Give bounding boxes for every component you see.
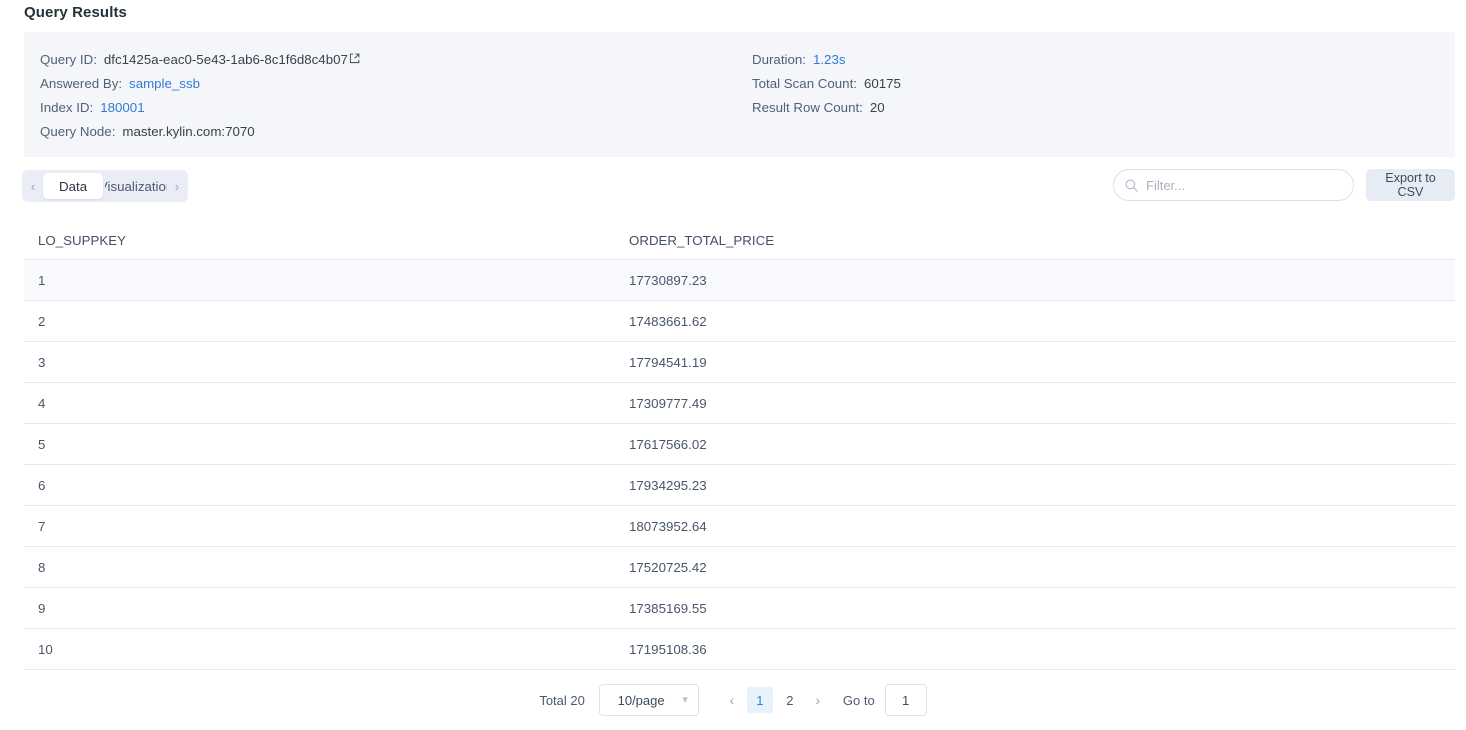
total-count-label: Total 20 [539, 693, 585, 708]
duration-value[interactable]: 1.23s [813, 48, 846, 72]
results-toolbar: ‹ Data Visualization › Export to CSV [0, 168, 1466, 206]
tab-data[interactable]: Data [43, 173, 103, 199]
cell-order-total-price: 17617566.02 [615, 437, 1455, 452]
column-header-lo-suppkey[interactable]: LO_SUPPKEY [24, 233, 615, 248]
info-row-duration: Duration: 1.23s [752, 48, 901, 72]
cell-lo-suppkey: 7 [24, 519, 615, 534]
query-id-value: dfc1425a-eac0-5e43-1ab6-8c1f6d8c4b07 [104, 48, 348, 72]
goto-label: Go to [843, 693, 875, 708]
table-row[interactable]: 3 17794541.19 [24, 342, 1455, 383]
filter-field[interactable] [1113, 169, 1354, 201]
cell-order-total-price: 17730897.23 [615, 273, 1455, 288]
tab-visualization[interactable]: Visualization [105, 173, 167, 199]
cell-lo-suppkey: 9 [24, 601, 615, 616]
table-row[interactable]: 1 17730897.23 [24, 260, 1455, 301]
table-row[interactable]: 2 17483661.62 [24, 301, 1455, 342]
cell-order-total-price: 17483661.62 [615, 314, 1455, 329]
goto-page-input[interactable] [885, 684, 927, 716]
result-row-count-label: Result Row Count: [752, 96, 863, 120]
pagination: Total 20 10/page ▾ ‹ 1 2 › Go to [0, 684, 1466, 716]
cell-order-total-price: 17309777.49 [615, 396, 1455, 411]
info-row-query-node: Query Node: master.kylin.com:7070 [40, 120, 360, 144]
table-row[interactable]: 9 17385169.55 [24, 588, 1455, 629]
table-row[interactable]: 6 17934295.23 [24, 465, 1455, 506]
results-table: LO_SUPPKEY ORDER_TOTAL_PRICE 1 17730897.… [24, 222, 1455, 670]
cell-lo-suppkey: 3 [24, 355, 615, 370]
cell-lo-suppkey: 6 [24, 478, 615, 493]
table-row[interactable]: 4 17309777.49 [24, 383, 1455, 424]
index-id-label: Index ID: [40, 96, 93, 120]
search-icon [1124, 178, 1139, 193]
cell-order-total-price: 17934295.23 [615, 478, 1455, 493]
query-info-right-column: Duration: 1.23s Total Scan Count: 60175 … [752, 48, 901, 120]
cell-order-total-price: 17794541.19 [615, 355, 1455, 370]
search-input[interactable] [1146, 178, 1341, 193]
total-scan-count-value: 60175 [864, 72, 901, 96]
cell-lo-suppkey: 4 [24, 396, 615, 411]
query-node-value: master.kylin.com:7070 [122, 120, 254, 144]
cell-order-total-price: 18073952.64 [615, 519, 1455, 534]
query-node-label: Query Node: [40, 120, 115, 144]
info-row-index-id: Index ID: 180001 [40, 96, 360, 120]
query-info-left-column: Query ID: dfc1425a-eac0-5e43-1ab6-8c1f6d… [40, 48, 360, 144]
cell-order-total-price: 17195108.36 [615, 642, 1455, 657]
page-size-value: 10/page [600, 693, 682, 708]
table-header-row: LO_SUPPKEY ORDER_TOTAL_PRICE [24, 222, 1455, 260]
table-row[interactable]: 5 17617566.02 [24, 424, 1455, 465]
answered-by-value[interactable]: sample_ssb [129, 72, 200, 96]
page-number-1[interactable]: 1 [747, 687, 773, 713]
info-row-query-id: Query ID: dfc1425a-eac0-5e43-1ab6-8c1f6d… [40, 48, 360, 72]
export-to-csv-button[interactable]: Export to CSV [1366, 169, 1455, 201]
cell-lo-suppkey: 8 [24, 560, 615, 575]
cell-lo-suppkey: 10 [24, 642, 615, 657]
cell-lo-suppkey: 5 [24, 437, 615, 452]
info-row-result-row-count: Result Row Count: 20 [752, 96, 901, 120]
index-id-value[interactable]: 180001 [100, 96, 144, 120]
answered-by-label: Answered By: [40, 72, 122, 96]
duration-label: Duration: [752, 48, 806, 72]
page-title: Query Results [24, 4, 127, 21]
cell-lo-suppkey: 1 [24, 273, 615, 288]
table-row[interactable]: 10 17195108.36 [24, 629, 1455, 670]
page-number-2[interactable]: 2 [777, 687, 803, 713]
info-row-answered-by: Answered By: sample_ssb [40, 72, 360, 96]
page-size-select[interactable]: 10/page ▾ [599, 684, 699, 716]
chevron-down-icon: ▾ [682, 695, 688, 706]
result-row-count-value: 20 [870, 96, 885, 120]
info-row-total-scan-count: Total Scan Count: 60175 [752, 72, 901, 96]
cell-lo-suppkey: 2 [24, 314, 615, 329]
cell-order-total-price: 17520725.42 [615, 560, 1455, 575]
tab-bar: ‹ Data Visualization › [22, 170, 188, 202]
tab-scroll-right-icon[interactable]: › [168, 171, 186, 201]
prev-page-icon[interactable]: ‹ [719, 687, 745, 713]
table-row[interactable]: 7 18073952.64 [24, 506, 1455, 547]
external-link-icon[interactable] [349, 48, 360, 72]
column-header-order-total-price[interactable]: ORDER_TOTAL_PRICE [615, 233, 1455, 248]
query-info-panel: Query ID: dfc1425a-eac0-5e43-1ab6-8c1f6d… [24, 32, 1455, 157]
table-row[interactable]: 8 17520725.42 [24, 547, 1455, 588]
query-id-label: Query ID: [40, 48, 97, 72]
tab-scroll-left-icon[interactable]: ‹ [24, 171, 42, 201]
total-scan-count-label: Total Scan Count: [752, 72, 857, 96]
next-page-icon[interactable]: › [805, 687, 831, 713]
query-results-page: Query Results Query ID: dfc1425a-eac0-5e… [0, 0, 1466, 730]
cell-order-total-price: 17385169.55 [615, 601, 1455, 616]
